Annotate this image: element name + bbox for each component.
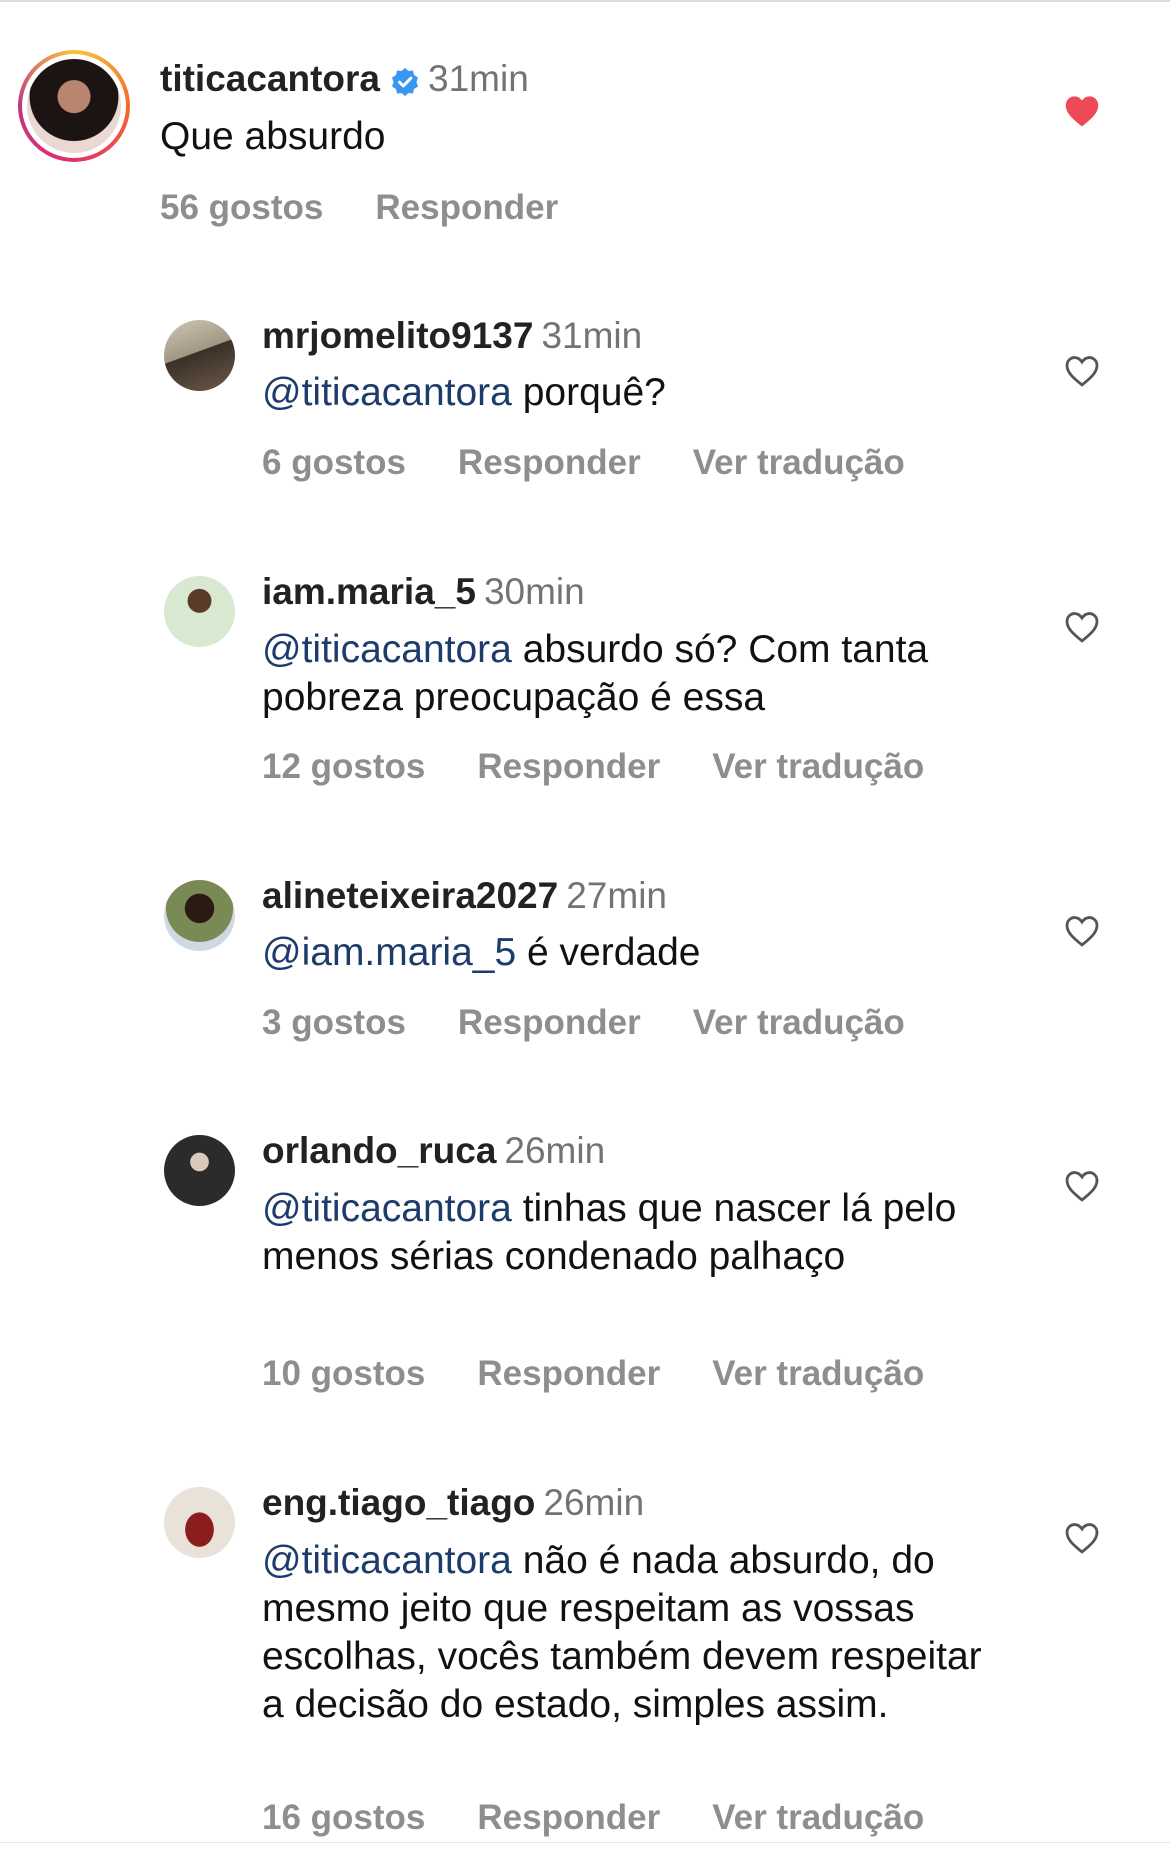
username[interactable]: eng.tiago_tiago bbox=[262, 1482, 535, 1523]
timestamp: 30min bbox=[483, 571, 585, 612]
username[interactable]: orlando_ruca bbox=[262, 1130, 496, 1171]
timestamp: 31min bbox=[428, 58, 529, 99]
translate-button[interactable]: Ver tradução bbox=[712, 747, 924, 787]
avatar[interactable] bbox=[164, 576, 235, 647]
username[interactable]: mrjomelito9137 bbox=[262, 315, 533, 356]
mention-link[interactable]: @titicacantora bbox=[262, 628, 512, 671]
likes-count[interactable]: 12 gostos bbox=[262, 747, 425, 787]
avatar[interactable] bbox=[164, 1487, 235, 1558]
heart-outline-icon[interactable] bbox=[1063, 914, 1107, 954]
avatar[interactable] bbox=[164, 1135, 235, 1206]
likes-count[interactable]: 10 gostos bbox=[262, 1354, 425, 1394]
heart-outline-icon[interactable] bbox=[1063, 354, 1107, 394]
reply-button[interactable]: Responder bbox=[477, 1354, 660, 1394]
avatar[interactable] bbox=[27, 59, 121, 153]
heart-filled-icon[interactable] bbox=[1063, 94, 1107, 134]
timestamp: 27min bbox=[566, 875, 667, 916]
mention-link[interactable]: @iam.maria_5 bbox=[262, 931, 516, 974]
reply-button[interactable]: Responder bbox=[477, 747, 660, 787]
username[interactable]: titicacantora bbox=[160, 58, 380, 99]
comment-body: é verdade bbox=[527, 931, 701, 974]
reply-button[interactable]: Responder bbox=[458, 443, 641, 483]
timestamp: 31min bbox=[541, 315, 643, 356]
mention-link[interactable]: @titicacantora bbox=[262, 1539, 512, 1582]
username[interactable]: iam.maria_5 bbox=[262, 571, 476, 612]
reply-button[interactable]: Responder bbox=[477, 1798, 660, 1838]
translate-button[interactable]: Ver tradução bbox=[693, 443, 905, 483]
likes-count[interactable]: 16 gostos bbox=[262, 1798, 425, 1838]
mention-link[interactable]: @titicacantora bbox=[262, 1187, 512, 1230]
comment-body: Que absurdo bbox=[160, 115, 386, 158]
translate-button[interactable]: Ver tradução bbox=[693, 1003, 905, 1043]
heart-outline-icon[interactable] bbox=[1063, 610, 1107, 650]
mention-link[interactable]: @titicacantora bbox=[262, 371, 512, 414]
username[interactable]: alineteixeira2027 bbox=[262, 875, 558, 916]
reply-button[interactable]: Responder bbox=[458, 1003, 641, 1043]
timestamp: 26min bbox=[543, 1482, 645, 1523]
likes-count[interactable]: 6 gostos bbox=[262, 443, 406, 483]
story-ring[interactable] bbox=[18, 50, 130, 162]
comment-body: porquê? bbox=[522, 371, 666, 414]
comment-text: @titicacantora absurdo só? Com tanta pob… bbox=[262, 626, 1022, 722]
heart-outline-icon[interactable] bbox=[1063, 1169, 1107, 1209]
reply-button[interactable]: Responder bbox=[375, 188, 558, 228]
likes-count[interactable]: 56 gostos bbox=[160, 188, 323, 228]
likes-count[interactable]: 3 gostos bbox=[262, 1003, 406, 1043]
heart-outline-icon[interactable] bbox=[1063, 1521, 1107, 1561]
avatar[interactable] bbox=[164, 320, 235, 391]
comment-text: @titicacantora não é nada absurdo, do me… bbox=[262, 1537, 1012, 1729]
verified-badge-icon bbox=[390, 64, 420, 106]
timestamp: 26min bbox=[504, 1130, 606, 1171]
comment-text: @titicacantora tinhas que nascer lá pelo… bbox=[262, 1185, 982, 1281]
comment-text: @iam.maria_5 é verdade bbox=[262, 929, 1022, 977]
comment-text: Que absurdo bbox=[160, 113, 980, 161]
avatar[interactable] bbox=[164, 880, 235, 951]
translate-button[interactable]: Ver tradução bbox=[712, 1798, 924, 1838]
comment-text: @titicacantora porquê? bbox=[262, 369, 1022, 417]
top-divider bbox=[0, 0, 1170, 2]
translate-button[interactable]: Ver tradução bbox=[712, 1354, 924, 1394]
